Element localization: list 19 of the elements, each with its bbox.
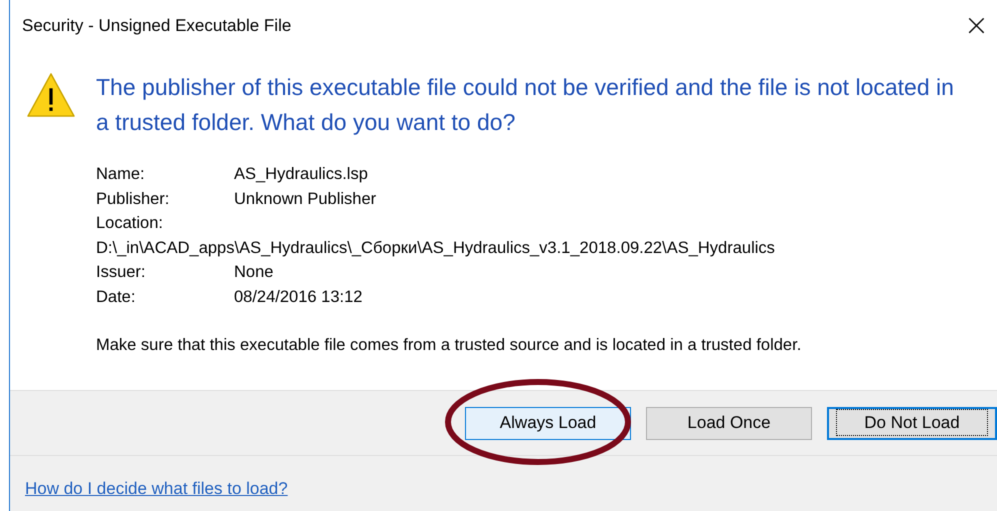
detail-value: AS_Hydraulics.lsp <box>234 164 369 185</box>
help-link[interactable]: How do I decide what files to load? <box>25 478 288 498</box>
detail-label: Location: <box>96 213 164 234</box>
warning-message: Make sure that this executable file comes from a trusted source and is located in a trusted folder. <box>96 336 802 355</box>
dialog-button[interactable]: Do Not Load <box>827 406 997 440</box>
detail-value: None <box>234 262 274 284</box>
detail-label: Publisher: <box>96 188 170 210</box>
dialog-button[interactable]: Load Once <box>646 406 812 440</box>
detail-value: Unknown Publisher <box>234 188 378 210</box>
warning-icon <box>26 72 76 118</box>
detail-value: D:\_in\ACAD_apps\AS_Hydraulics\_Сборки\AS_Hydraulics_v3.1_2018.09.22\AS_Hydraulics <box>96 238 776 259</box>
detail-label: Date: <box>96 286 136 308</box>
detail-value: 08/24/2016 13:12 <box>234 286 364 308</box>
dialog-heading: The publisher of this executable file could not be verified and the file is not located in a trusted folder. What do you want to do? <box>96 73 955 137</box>
detail-label: Issuer: <box>96 262 147 284</box>
detail-label: Name: <box>96 164 146 185</box>
close-button[interactable]: × <box>956 11 997 41</box>
dialog-button[interactable]: Always Load <box>465 406 631 440</box>
window-title: Security - Unsigned Executable File <box>22 16 292 36</box>
